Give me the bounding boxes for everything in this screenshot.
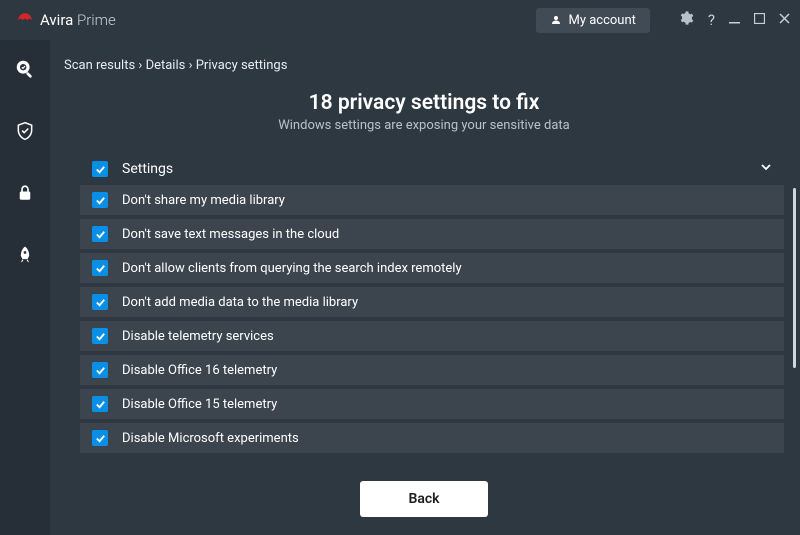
rocket-icon xyxy=(15,245,35,265)
avira-umbrella-icon xyxy=(16,11,34,29)
sidebar-item-performance[interactable] xyxy=(14,244,36,266)
check-icon xyxy=(95,195,106,206)
breadcrumb-item[interactable]: Details xyxy=(146,58,186,73)
list-item[interactable]: Disable Office 16 telemetry xyxy=(80,355,784,385)
sidebar-item-scan[interactable] xyxy=(14,58,36,80)
checkbox[interactable] xyxy=(92,260,108,276)
list-item-label: Don't save text messages in the cloud xyxy=(122,227,339,242)
help-icon[interactable]: ? xyxy=(708,11,715,29)
checkbox[interactable] xyxy=(92,328,108,344)
content-area: Scan results › Details › Privacy setting… xyxy=(50,40,800,535)
sidebar-item-privacy[interactable] xyxy=(14,182,36,204)
check-icon xyxy=(95,331,106,342)
person-icon xyxy=(550,14,562,26)
titlebar: Avira Prime My account ? xyxy=(0,0,800,40)
breadcrumb: Scan results › Details › Privacy setting… xyxy=(64,58,788,73)
check-icon xyxy=(95,365,106,376)
list-item[interactable]: Don't add media data to the media librar… xyxy=(80,287,784,317)
list-header-label: Settings xyxy=(122,161,173,177)
shield-icon xyxy=(15,121,35,141)
list-item[interactable]: Don't share my media library xyxy=(80,185,784,215)
checkbox[interactable] xyxy=(92,396,108,412)
close-icon[interactable] xyxy=(779,12,790,28)
page-title: 18 privacy settings to fix xyxy=(60,91,788,115)
page-subtitle: Windows settings are exposing your sensi… xyxy=(60,118,788,133)
my-account-button[interactable]: My account xyxy=(536,8,649,33)
check-icon xyxy=(95,433,106,444)
checkbox-all[interactable] xyxy=(92,161,108,177)
list-item-label: Disable Microsoft experiments xyxy=(122,431,299,446)
account-label: My account xyxy=(568,13,635,28)
list-item-label: Disable Office 16 telemetry xyxy=(122,363,277,378)
magnifier-fix-icon xyxy=(14,58,36,80)
check-icon xyxy=(95,263,106,274)
list-item-label: Don't add media data to the media librar… xyxy=(122,295,358,310)
scrollbar[interactable] xyxy=(793,188,796,368)
check-icon xyxy=(95,297,106,308)
back-button[interactable]: Back xyxy=(360,481,487,517)
list-item-label: Don't share my media library xyxy=(122,193,285,208)
check-icon xyxy=(95,399,106,410)
settings-icon[interactable] xyxy=(678,10,694,30)
checkbox[interactable] xyxy=(92,430,108,446)
checkbox[interactable] xyxy=(92,192,108,208)
list-item[interactable]: Disable telemetry services xyxy=(80,321,784,351)
checkbox[interactable] xyxy=(92,226,108,242)
list-header[interactable]: Settings xyxy=(80,153,784,185)
sidebar xyxy=(0,40,50,535)
list-item-label: Don't allow clients from querying the se… xyxy=(122,261,462,276)
check-icon xyxy=(95,229,106,240)
logo-text: Avira Prime xyxy=(40,11,116,29)
breadcrumb-item[interactable]: Scan results xyxy=(64,58,135,73)
sidebar-item-security[interactable] xyxy=(14,120,36,142)
chevron-down-icon[interactable] xyxy=(760,161,772,177)
window-controls: ? xyxy=(678,10,790,30)
check-icon xyxy=(95,164,106,175)
logo: Avira Prime xyxy=(16,11,116,29)
checkbox[interactable] xyxy=(92,362,108,378)
minimize-icon[interactable] xyxy=(729,12,740,28)
list-item[interactable]: Disable Office 15 telemetry xyxy=(80,389,784,419)
breadcrumb-item: Privacy settings xyxy=(196,58,288,73)
footer: Back xyxy=(60,466,788,535)
list-item[interactable]: Disable Microsoft experiments xyxy=(80,423,784,453)
lock-icon xyxy=(16,184,34,202)
maximize-icon[interactable] xyxy=(754,12,765,28)
list-item-label: Disable Office 15 telemetry xyxy=(122,397,277,412)
brand-name: Avira xyxy=(40,11,73,29)
list-item-label: Disable telemetry services xyxy=(122,329,274,344)
settings-list: Settings Don't share my media library Do… xyxy=(80,153,784,466)
list-item[interactable]: Don't allow clients from querying the se… xyxy=(80,253,784,283)
list-item[interactable]: Don't save text messages in the cloud xyxy=(80,219,784,249)
checkbox[interactable] xyxy=(92,294,108,310)
product-name: Prime xyxy=(77,11,116,29)
